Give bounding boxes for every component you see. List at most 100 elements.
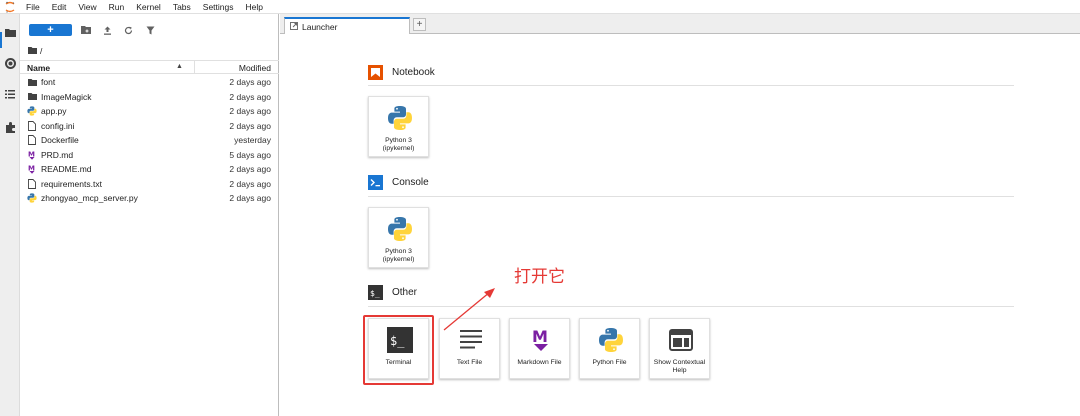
file-modified: 2 days ago [229,193,271,203]
card-label: Python 3 (ipykernel) [382,137,415,152]
file-row[interactable]: app.py 2 days ago [20,104,279,119]
section-other: $_ Other [368,285,417,300]
console-icon [368,175,383,190]
contextual-help-card[interactable]: Show Contextual Help [649,318,710,379]
menu-kernel[interactable]: Kernel [130,0,167,14]
tab-launcher[interactable]: Launcher [284,17,410,34]
menu-file[interactable]: File [20,0,46,14]
file-row[interactable]: M README.md 2 days ago [20,162,279,177]
folder-icon[interactable] [28,46,37,56]
running-kernels-icon[interactable] [3,56,17,70]
jupyter-logo-icon [0,0,20,14]
launcher-panel: Notebook Python 3 (ipykernel) Console Py… [280,34,1080,416]
extension-puzzle-icon[interactable] [3,120,17,134]
column-header-modified[interactable]: Modified [239,63,271,73]
section-console: Console [368,175,429,190]
card-label: Markdown File [517,359,562,366]
column-header-name[interactable]: Name [27,63,50,73]
markdown-icon: M [27,164,37,174]
python-file-card[interactable]: Python File [579,318,640,379]
python-logo-icon [596,325,626,355]
tab-label: Launcher [302,21,338,32]
python-file-icon [27,193,37,203]
sort-caret-up-icon: ▲ [176,63,183,70]
refresh-icon[interactable] [122,24,134,36]
file-modified: 5 days ago [229,149,271,160]
section-notebook: Notebook [368,65,435,80]
markdown-icon: M [526,325,556,355]
file-name: PRD.md [41,149,74,160]
column-divider[interactable] [194,61,195,74]
add-tab-button[interactable]: + [413,18,426,31]
card-label: Text File [456,359,483,366]
file-row[interactable]: requirements.txt 2 days ago [20,177,279,192]
file-name: app.py [41,106,67,116]
jupyterlab-window: File Edit View Run Kernel Tabs Settings … [0,0,1080,416]
folder-icon[interactable] [3,25,17,39]
markdown-file-card[interactable]: M Markdown File [509,318,570,379]
main-area: Launcher + Notebook Python 3 (ipykernel)… [280,14,1080,416]
section-divider [368,85,1014,86]
section-divider [368,196,1014,197]
file-modified: 2 days ago [229,120,271,131]
new-launcher-button[interactable]: + [29,24,72,36]
file-name: requirements.txt [41,178,102,189]
filter-icon[interactable] [144,24,156,36]
file-list: font 2 days ago ImageMagick 2 days ago app.p… [20,75,279,206]
svg-text:$_: $_ [370,289,380,298]
file-name: config.ini [41,120,75,131]
file-row[interactable]: ImageMagick 2 days ago [20,90,279,105]
card-label: Show Contextual Help [653,359,706,374]
table-of-contents-icon[interactable] [3,87,17,101]
svg-text:M: M [532,327,548,346]
file-row[interactable]: M PRD.md 5 days ago [20,148,279,163]
annotation-highlight-box [363,315,434,385]
file-name: Dockerfile [41,135,79,145]
file-row[interactable]: Dockerfile yesterday [20,133,279,148]
launcher-tab-icon [290,21,298,32]
file-modified: yesterday [234,135,271,145]
file-icon [27,135,37,145]
file-name: README.md [41,164,92,174]
file-browser-toolbar: + [20,22,279,38]
file-row[interactable]: zhongyao_mcp_server.py 2 days ago [20,191,279,206]
menu-tabs[interactable]: Tabs [167,0,197,14]
file-icon [27,178,37,189]
new-folder-icon[interactable] [80,24,92,36]
file-icon [27,120,37,131]
python-file-icon [27,106,37,116]
terminal-section-icon: $_ [368,285,383,300]
breadcrumb-root[interactable]: / [40,46,42,56]
file-name: ImageMagick [41,91,92,102]
annotation-arrow-icon [443,288,495,331]
active-panel-indicator [0,32,2,48]
file-modified: 2 days ago [229,178,271,189]
file-row[interactable]: config.ini 2 days ago [20,119,279,134]
folder-icon [27,92,37,102]
menu-run[interactable]: Run [103,0,131,14]
contextual-help-icon [666,325,696,355]
menu-settings[interactable]: Settings [197,0,240,14]
folder-icon [27,77,37,87]
file-modified: 2 days ago [229,106,271,116]
menu-edit[interactable]: Edit [46,0,73,14]
tab-bar: Launcher + [280,14,1080,34]
menu-view[interactable]: View [72,0,102,14]
console-python3-card[interactable]: Python 3 (ipykernel) [368,207,429,268]
section-title-console: Console [392,177,429,188]
upload-icon[interactable] [101,24,113,36]
file-modified: 2 days ago [229,91,271,102]
notebook-python3-card[interactable]: Python 3 (ipykernel) [368,96,429,157]
annotation-label: 打开它 [514,267,565,287]
menubar: File Edit View Run Kernel Tabs Settings … [0,0,1080,14]
menu-help[interactable]: Help [240,0,269,14]
section-title-other: Other [392,287,418,298]
file-row[interactable]: font 2 days ago [20,75,279,90]
left-sidebar [0,14,20,416]
markdown-icon: M [27,150,37,160]
file-name: zhongyao_mcp_server.py [41,193,138,203]
breadcrumb: / [28,45,42,57]
notebook-icon [368,65,383,80]
python-logo-icon [385,103,415,133]
section-title-notebook: Notebook [392,67,435,78]
